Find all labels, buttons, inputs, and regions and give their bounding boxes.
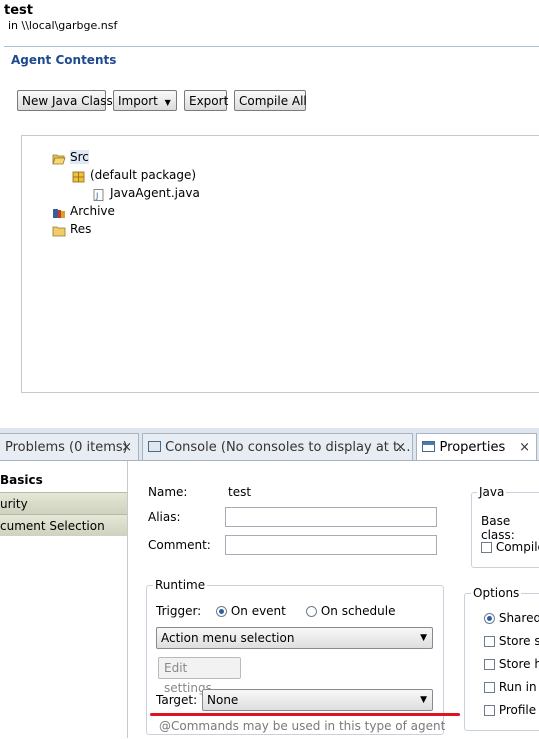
properties-icon xyxy=(422,441,435,452)
tab-properties[interactable]: Properties × xyxy=(416,433,537,461)
target-select-value: None xyxy=(207,693,239,707)
target-select[interactable]: None ▼ xyxy=(202,689,433,711)
nav-item-label: cument Selection xyxy=(0,519,105,533)
dropdown-arrow-icon: ▼ xyxy=(420,633,427,643)
tree-item-javaagent[interactable]: J JavaAgent.java xyxy=(92,184,200,202)
tab-console-label: Console (No consoles to display at t... xyxy=(165,440,411,455)
profile-checkbox[interactable]: Profile t xyxy=(484,703,539,717)
nav-item-label: urity xyxy=(0,497,28,511)
new-java-class-label: New Java Class xyxy=(22,94,113,108)
checkbox-icon xyxy=(481,542,492,553)
highlight-underline xyxy=(150,713,460,716)
event-select[interactable]: Action menu selection ▼ xyxy=(156,627,433,649)
dropdown-arrow-icon: ▼ xyxy=(420,695,427,705)
import-button[interactable]: Import ▼ xyxy=(113,90,177,111)
alias-label: Alias: xyxy=(148,510,181,524)
svg-text:J: J xyxy=(95,191,98,200)
view-tab-bar: Problems (0 items) × Console (No console… xyxy=(0,433,539,461)
page-title: test xyxy=(4,3,33,18)
tree-item-res[interactable]: Res xyxy=(52,220,91,238)
tree-item-label: JavaAgent.java xyxy=(110,186,200,200)
tree-item-label: Archive xyxy=(70,204,115,218)
database-path: in \\local\garbge.nsf xyxy=(8,19,118,32)
section-title: Agent Contents xyxy=(11,53,117,67)
tree-item-label: Src xyxy=(70,150,89,164)
on-event-label: On event xyxy=(230,604,286,618)
run-in-background-checkbox[interactable]: Run in I xyxy=(484,680,539,694)
export-label: Export xyxy=(189,94,229,108)
compile-label: Compile xyxy=(495,540,539,554)
tree-item-src[interactable]: Src xyxy=(52,148,89,166)
name-label: Name: xyxy=(148,485,188,499)
nav-item-label: Basics xyxy=(0,473,43,487)
compile-all-label: Compile All xyxy=(239,94,307,108)
tree-item-label: (default package) xyxy=(90,168,197,182)
tree-item-default-package[interactable]: (default package) xyxy=(72,166,196,184)
nav-item-security[interactable]: urity xyxy=(0,492,127,514)
header-divider xyxy=(4,46,539,47)
commands-hint: @Commands may be used in this type of ag… xyxy=(159,719,446,733)
dropdown-arrow-icon: ▼ xyxy=(164,98,171,107)
package-icon xyxy=(72,170,86,182)
radio-unselected-icon xyxy=(306,606,317,617)
store-search-checkbox[interactable]: Store se xyxy=(484,634,539,648)
export-button[interactable]: Export xyxy=(184,90,229,111)
checkbox-icon xyxy=(484,659,495,670)
compile-all-button[interactable]: Compile All xyxy=(234,90,307,111)
trigger-label: Trigger: xyxy=(156,604,202,618)
alias-input[interactable] xyxy=(225,507,437,527)
console-icon xyxy=(148,441,161,452)
nav-item-basics[interactable]: Basics xyxy=(0,469,127,491)
new-java-class-button[interactable]: New Java Class xyxy=(17,90,113,111)
event-select-value: Action menu selection xyxy=(161,631,295,645)
run-in-label: Run in I xyxy=(498,680,539,694)
edit-settings-button[interactable]: Edit settings... xyxy=(158,657,241,695)
runtime-title: Runtime xyxy=(153,578,208,592)
radio-selected-icon xyxy=(216,606,227,617)
store-history-label: Store hi xyxy=(498,657,539,671)
close-icon[interactable]: × xyxy=(519,434,530,461)
on-schedule-radio[interactable]: On schedule xyxy=(306,604,395,618)
checkbox-icon xyxy=(484,682,495,693)
radio-selected-icon xyxy=(484,613,495,624)
tree-item-label: Res xyxy=(70,222,92,236)
target-label: Target: xyxy=(156,693,198,707)
tree-item-archive[interactable]: Archive xyxy=(52,202,115,220)
shared-label: Shared xyxy=(498,611,539,625)
tab-properties-label: Properties xyxy=(439,440,506,455)
on-schedule-label: On schedule xyxy=(320,604,396,618)
compile-checkbox[interactable]: Compile xyxy=(481,540,539,554)
tab-console[interactable]: Console (No consoles to display at t... … xyxy=(142,433,413,461)
java-file-icon: J xyxy=(92,188,106,201)
comment-input[interactable] xyxy=(225,535,437,555)
comment-label: Comment: xyxy=(148,538,211,552)
name-value: test xyxy=(228,485,252,499)
tab-problems[interactable]: Problems (0 items) × xyxy=(0,433,139,461)
nav-item-document-selection[interactable]: cument Selection xyxy=(0,514,127,536)
on-event-radio[interactable]: On event xyxy=(216,604,286,618)
close-icon[interactable]: × xyxy=(395,434,406,461)
tab-problems-label: Problems (0 items) xyxy=(5,440,128,455)
folder-icon xyxy=(52,224,66,236)
properties-nav: Basics urity cument Selection xyxy=(0,461,128,738)
store-history-checkbox[interactable]: Store hi xyxy=(484,657,539,671)
shared-radio[interactable]: Shared xyxy=(484,611,539,625)
archive-icon xyxy=(52,206,66,218)
profile-label: Profile t xyxy=(498,703,539,717)
options-title: Options xyxy=(471,586,522,600)
import-label: Import xyxy=(118,94,158,108)
store-search-label: Store se xyxy=(498,634,539,648)
agent-contents-tree: Src (default package) J JavaAgent.java A… xyxy=(21,135,539,393)
checkbox-icon xyxy=(484,705,495,716)
java-title: Java xyxy=(477,485,507,499)
base-class-label: Base class: xyxy=(481,514,515,542)
folder-open-icon xyxy=(52,152,66,164)
close-icon[interactable]: × xyxy=(121,434,132,461)
checkbox-icon xyxy=(484,636,495,647)
